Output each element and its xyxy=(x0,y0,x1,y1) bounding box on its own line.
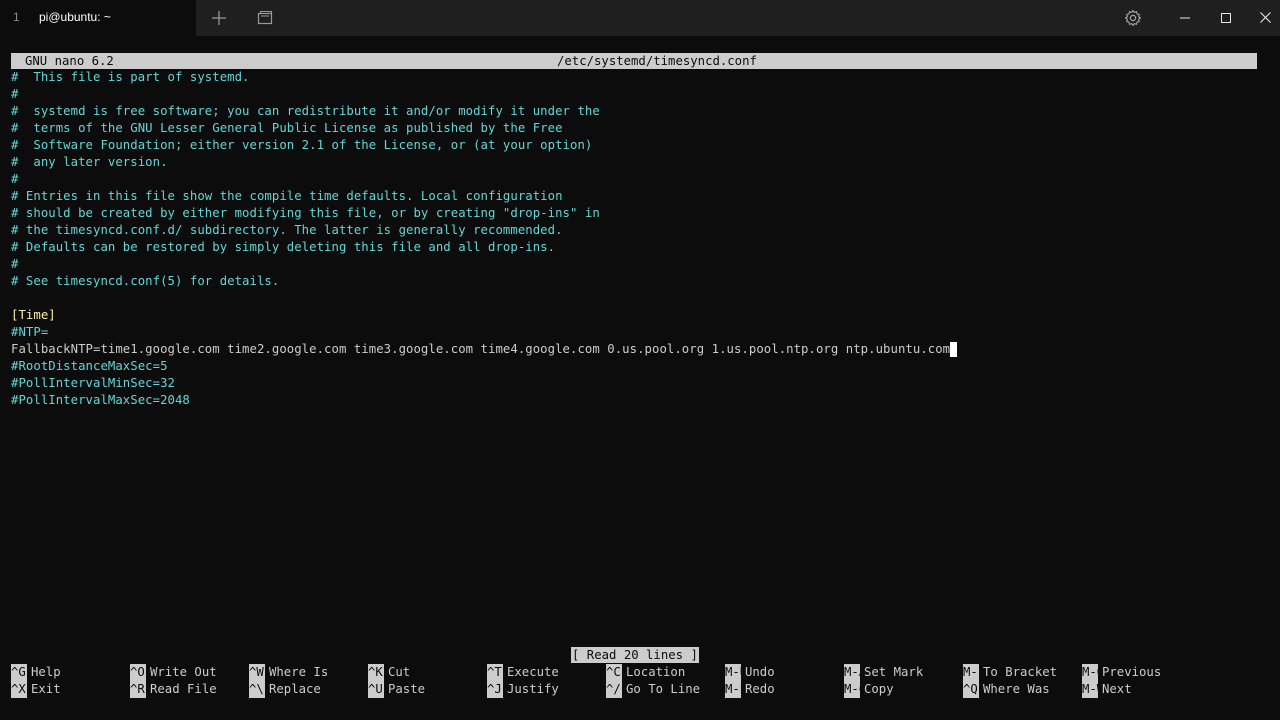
file-line: # This file is part of systemd. xyxy=(11,70,250,84)
shortcut-key: M-A xyxy=(844,664,860,681)
shortcut-key: M-W xyxy=(1082,681,1098,698)
plus-icon[interactable] xyxy=(211,10,227,26)
file-line: # Defaults can be restored by simply del… xyxy=(11,240,556,254)
shortcut-cut[interactable]: ^K Cut xyxy=(368,664,410,681)
shortcut-key: M-U xyxy=(725,664,741,681)
gear-icon[interactable] xyxy=(1124,9,1142,27)
shortcut-label: Undo xyxy=(745,665,775,679)
shortcut-key: M-E xyxy=(725,681,741,698)
minimize-icon[interactable] xyxy=(1179,12,1191,24)
shortcut-redo[interactable]: M-E Redo xyxy=(725,681,775,698)
text-cursor xyxy=(950,342,958,357)
file-line: # any later version. xyxy=(11,155,168,169)
shortcut-key: ^R xyxy=(130,681,146,698)
shortcut-key: M-] xyxy=(963,664,979,681)
shortcut-label: Paste xyxy=(388,682,426,696)
file-line: # Software Foundation; either version 2.… xyxy=(11,138,593,152)
close-icon[interactable] xyxy=(1259,11,1272,24)
shortcut-key: ^X xyxy=(11,681,27,698)
file-line: #RootDistanceMaxSec=5 xyxy=(11,359,168,373)
shortcut-label: Exit xyxy=(31,682,61,696)
shortcut-go-to-line[interactable]: ^/ Go To Line xyxy=(606,681,700,698)
file-line: #NTP= xyxy=(11,325,49,339)
shortcut-label: Location xyxy=(626,665,686,679)
shortcut-key: ^K xyxy=(368,664,384,681)
shortcut-key: ^W xyxy=(249,664,265,681)
shortcut-label: Go To Line xyxy=(626,682,701,696)
nano-header-bar: GNU nano 6.2 /etc/systemd/timesyncd.conf xyxy=(11,53,1257,69)
file-line: # should be created by either modifying … xyxy=(11,206,600,220)
shortcut-paste[interactable]: ^U Paste xyxy=(368,681,425,698)
shortcut-label: Next xyxy=(1102,682,1132,696)
shortcut-label: Write Out xyxy=(150,665,217,679)
shortcut-label: Set Mark xyxy=(864,665,924,679)
maximize-icon[interactable] xyxy=(1220,12,1232,24)
shortcut-where-is[interactable]: ^W Where Is xyxy=(249,664,328,681)
file-line: # xyxy=(11,87,19,101)
file-line: # Entries in this file show the compile … xyxy=(11,189,563,203)
shortcut-label: To Bracket xyxy=(983,665,1058,679)
nano-filename: /etc/systemd/timesyncd.conf xyxy=(557,54,757,68)
shortcut-label: Previous xyxy=(1102,665,1162,679)
file-line: # systemd is free software; you can redi… xyxy=(11,104,600,118)
shortcut-undo[interactable]: M-U Undo xyxy=(725,664,775,681)
shortcut-help[interactable]: ^G Help xyxy=(11,664,61,681)
shortcut-justify[interactable]: ^J Justify xyxy=(487,681,559,698)
window-dropdown-icon[interactable] xyxy=(257,10,273,26)
terminal-area[interactable]: GNU nano 6.2 /etc/systemd/timesyncd.conf… xyxy=(0,36,1280,720)
file-line: # terms of the GNU Lesser General Public… xyxy=(11,121,563,135)
shortcut-key: M-Q xyxy=(1082,664,1098,681)
tab-title: pi@ubuntu: ~ xyxy=(39,10,111,24)
shortcut-previous[interactable]: M-Q Previous xyxy=(1082,664,1161,681)
shortcut-label: Where Is xyxy=(269,665,329,679)
shortcut-key: M-6 xyxy=(844,681,860,698)
shortcut-copy[interactable]: M-6 Copy xyxy=(844,681,894,698)
shortcut-label: Cut xyxy=(388,665,411,679)
shortcut-key: ^Q xyxy=(963,681,979,698)
file-line: # the timesyncd.conf.d/ subdirectory. Th… xyxy=(11,223,563,237)
shortcut-exit[interactable]: ^X Exit xyxy=(11,681,61,698)
shortcut-key: ^T xyxy=(487,664,503,681)
shortcut-to-bracket[interactable]: M-] To Bracket xyxy=(963,664,1057,681)
shortcut-label: Copy xyxy=(864,682,894,696)
shortcut-key: ^C xyxy=(606,664,622,681)
shortcut-key: ^/ xyxy=(606,681,622,698)
fallback-ntp-line: FallbackNTP=time1.google.com time2.googl… xyxy=(11,341,958,358)
file-line: #PollIntervalMaxSec=2048 xyxy=(11,393,190,407)
shortcut-label: Help xyxy=(31,665,61,679)
shortcut-label: Read File xyxy=(150,682,217,696)
shortcut-label: Justify xyxy=(507,682,559,696)
terminal-tab[interactable]: 1 pi@ubuntu: ~ xyxy=(0,0,196,36)
shortcut-label: Where Was xyxy=(983,682,1050,696)
shortcut-read-file[interactable]: ^R Read File xyxy=(130,681,217,698)
shortcut-label: Redo xyxy=(745,682,775,696)
shortcut-set-mark[interactable]: M-A Set Mark xyxy=(844,664,923,681)
shortcut-replace[interactable]: ^\ Replace xyxy=(249,681,321,698)
shortcut-label: Execute xyxy=(507,665,559,679)
shortcut-key: ^U xyxy=(368,681,384,698)
shortcut-execute[interactable]: ^T Execute xyxy=(487,664,559,681)
file-line: #PollIntervalMinSec=32 xyxy=(11,376,175,390)
shortcut-key: ^\ xyxy=(249,681,265,698)
section-header: [Time] xyxy=(11,308,56,322)
nano-version: GNU nano 6.2 xyxy=(25,54,114,68)
status-message: [ Read 20 lines ] xyxy=(571,647,699,663)
shortcut-location[interactable]: ^C Location xyxy=(606,664,685,681)
file-line: # xyxy=(11,257,19,271)
fallback-ntp-text: FallbackNTP=time1.google.com time2.googl… xyxy=(11,342,951,356)
tab-index: 1 xyxy=(13,10,20,24)
shortcut-key: ^G xyxy=(11,664,27,681)
title-bar: 1 pi@ubuntu: ~ xyxy=(0,0,1280,36)
shortcut-write-out[interactable]: ^O Write Out xyxy=(130,664,217,681)
shortcut-key: ^J xyxy=(487,681,503,698)
shortcut-label: Replace xyxy=(269,682,321,696)
file-line: # xyxy=(11,172,19,186)
file-line: # See timesyncd.conf(5) for details. xyxy=(11,274,280,288)
shortcut-key: ^O xyxy=(130,664,146,681)
shortcut-next[interactable]: M-W Next xyxy=(1082,681,1132,698)
shortcut-where-was[interactable]: ^Q Where Was xyxy=(963,681,1050,698)
